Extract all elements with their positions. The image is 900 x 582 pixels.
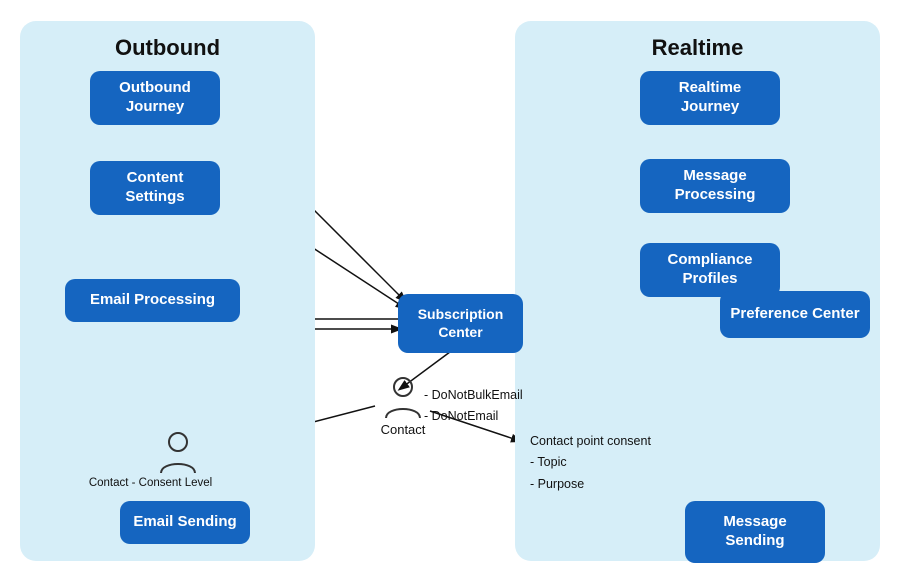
email-sending-box: Email Sending [120,501,250,544]
left-contact-label: Contact - Consent Level [83,477,218,489]
message-processing-box: Message Processing [640,159,790,213]
content-settings-box: Content Settings [90,161,220,215]
message-sending-box: Message Sending [685,501,825,563]
contact-fields-note: - DoNotBulkEmail - DoNotEmail [424,385,523,428]
realtime-title: Realtime [515,21,880,65]
email-processing-box: Email Processing [65,279,240,322]
subscription-center-box: Subscription Center [398,294,523,353]
preference-center-box: Preference Center [720,291,870,338]
contact-point-note: Contact point consent - Topic - Purpose [530,431,651,495]
diagram-container: Outbound Realtime Outbound Journey Conte… [10,11,890,571]
compliance-profiles-box: Compliance Profiles [640,243,780,297]
realtime-journey-box: Realtime Journey [640,71,780,125]
outbound-title: Outbound [20,21,315,65]
outbound-journey-box: Outbound Journey [90,71,220,125]
left-contact-person: Contact - Consent Level [138,431,218,489]
